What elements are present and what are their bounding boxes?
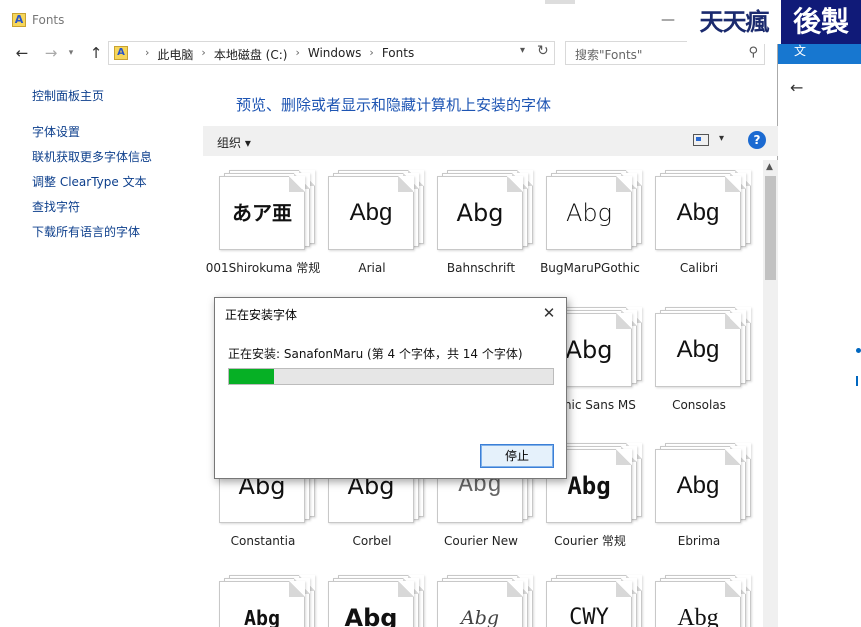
sidebar-item-control-panel-home[interactable]: 控制面板主页 [32, 87, 104, 104]
font-sample-text: Abg [344, 604, 398, 627]
page-title: 预览、删除或者显示和隐藏计算机上安装的字体 [236, 96, 552, 114]
font-file-icon: Abg [219, 575, 315, 627]
organize-button[interactable]: 组织 ▾ [217, 134, 251, 151]
up-button[interactable]: ↑ [86, 43, 106, 63]
font-sample-text: Abg [456, 199, 504, 227]
breadcrumb: › 此电脑 › 本地磁盘 (C:) › Windows › Fonts [137, 46, 414, 63]
back-arrow-icon[interactable]: ← [790, 78, 803, 97]
search-placeholder: 搜索"Fonts" [575, 48, 643, 62]
font-file-icon: Abg [546, 170, 642, 250]
font-name: Bahnschrift [446, 261, 516, 275]
breadcrumb-separator-icon: › [145, 46, 150, 59]
sidebar-item-font-settings[interactable]: 字体设置 [32, 123, 80, 140]
scroll-up-icon[interactable]: ▲ [766, 162, 773, 172]
install-status-text: 正在安装: SanafonMaru (第 4 个字体，共 14 个字体) [228, 347, 523, 361]
organize-label: 组织 [217, 136, 242, 150]
font-file-icon: あア亜 [219, 170, 315, 250]
font-file-icon: Abg [437, 575, 533, 627]
breadcrumb-separator-icon: › [369, 46, 374, 59]
window-title: Fonts [32, 13, 65, 27]
breadcrumb-item[interactable]: Fonts [382, 46, 414, 63]
sidebar-item-cleartype[interactable]: 调整 ClearType 文本 [32, 173, 147, 190]
sidebar-item-find-character[interactable]: 查找字符 [32, 198, 80, 215]
fonts-folder-icon: A [114, 46, 128, 60]
font-name: 001Shirokuma 常规 [205, 261, 321, 275]
search-input[interactable]: 搜索"Fonts" ⚲ [565, 41, 765, 65]
font-name: Courier New [444, 534, 518, 548]
dialog-title: 正在安装字体 [225, 308, 298, 322]
font-file-icon: Abg [328, 170, 424, 250]
background-window[interactable]: 文 ← [778, 38, 861, 627]
close-icon[interactable]: ✕ [538, 302, 560, 324]
chevron-down-icon: ▾ [244, 136, 251, 150]
sidebar-item-download-fonts[interactable]: 下载所有语言的字体 [32, 223, 140, 240]
view-options-icon[interactable] [693, 134, 709, 146]
forward-button[interactable]: → [41, 43, 61, 63]
breadcrumb-item[interactable]: 本地磁盘 (C:) [214, 46, 288, 63]
command-bar: 组织 ▾ ▾ ? [203, 126, 778, 156]
bullet-icon [856, 348, 861, 353]
link-fragment-icon [856, 376, 861, 386]
font-sample-text: CWY [569, 605, 609, 627]
breadcrumb-separator-icon: › [295, 46, 300, 59]
titlebar: A Fonts — [0, 0, 777, 38]
font-sample-text: Abg [460, 607, 500, 627]
font-name: Ebrima [677, 534, 721, 548]
watermark: 天天瘋 後製 [687, 0, 861, 44]
font-file-icon: CWY [546, 575, 642, 627]
sidebar-item-online-font-info[interactable]: 联机获取更多字体信息 [32, 148, 152, 165]
search-icon[interactable]: ⚲ [748, 45, 758, 60]
navigation-bar: ← → ▾ ↑ A › 此电脑 › 本地磁盘 (C:) › Windows › … [0, 40, 778, 66]
refresh-icon[interactable]: ↻ [537, 43, 549, 59]
minimize-button[interactable]: — [655, 12, 681, 30]
font-sample-text: Abg [243, 606, 281, 627]
font-file-icon: Abg [655, 443, 751, 523]
watermark-left: 天天瘋 [687, 0, 781, 44]
font-name: Corbel [352, 534, 392, 548]
breadcrumb-item[interactable]: Windows [308, 46, 362, 63]
address-bar[interactable]: A › 此电脑 › 本地磁盘 (C:) › Windows › Fonts ▾ … [108, 41, 555, 65]
font-name: Consolas [672, 398, 726, 412]
font-file-icon: Abg [655, 575, 751, 627]
font-file-icon: Abg [655, 170, 751, 250]
font-sample-text: Abg [565, 199, 613, 227]
scrollbar-thumb[interactable] [765, 176, 776, 280]
progress-fill [229, 369, 275, 384]
vertical-scrollbar[interactable]: ▲ [763, 160, 778, 627]
progress-bar [228, 368, 554, 385]
font-sample-text: Abg [676, 336, 720, 363]
font-file-icon: Abg [328, 575, 424, 627]
recent-dropdown-icon[interactable]: ▾ [61, 43, 81, 63]
address-dropdown-icon[interactable]: ▾ [520, 45, 525, 56]
titlebar-edge [545, 0, 575, 4]
font-name: Arial [358, 261, 386, 275]
breadcrumb-item[interactable]: 此电脑 [157, 46, 193, 63]
font-sample-text: Abg [676, 199, 720, 226]
font-name: Constantia [230, 534, 296, 548]
font-file-icon: Abg [437, 170, 533, 250]
font-name: Courier 常规 [554, 534, 626, 548]
font-name: BugMaruPGothic [540, 261, 640, 275]
help-icon[interactable]: ? [748, 131, 766, 149]
fonts-folder-icon: A [12, 13, 26, 27]
font-file-icon: Abg [655, 307, 751, 387]
back-button[interactable]: ← [12, 43, 32, 63]
font-sample-text: Abg [676, 472, 720, 499]
breadcrumb-separator-icon: › [201, 46, 206, 59]
font-sample-text: Abg [677, 605, 719, 627]
installing-fonts-dialog: 正在安装字体 ✕ 正在安装: SanafonMaru (第 4 个字体，共 14… [214, 297, 567, 479]
font-sample-text: あア亜 [232, 201, 292, 225]
stop-button[interactable]: 停止 [480, 444, 554, 468]
watermark-right: 後製 [781, 0, 861, 44]
font-sample-text: Abg [349, 199, 393, 226]
view-dropdown-icon[interactable]: ▾ [719, 133, 724, 144]
font-name: Calibri [679, 261, 719, 275]
